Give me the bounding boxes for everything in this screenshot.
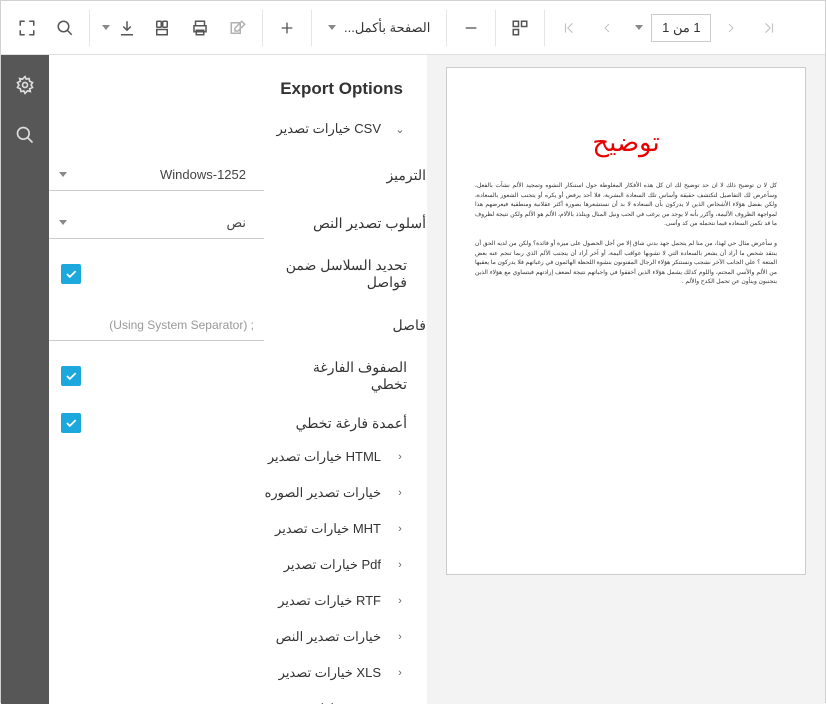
separator — [495, 10, 496, 46]
export-options-panel: Export Options خيارات تصدير CSV ⌄ Window… — [49, 55, 427, 704]
document-title: توضيح — [475, 128, 777, 158]
section-image[interactable]: خيارات تصدير الصوره › — [49, 479, 419, 507]
chevron-down-icon — [59, 172, 67, 177]
row-skip-empty-rows: الصفوف الفارغة تخطي — [49, 349, 419, 403]
section-html[interactable]: خيارات تصدير HTML › — [49, 443, 419, 471]
first-page-button[interactable] — [551, 10, 587, 46]
next-page-button[interactable] — [713, 10, 749, 46]
row-encoding: Windows-1252 الترميز — [49, 151, 419, 199]
search-button[interactable] — [47, 10, 83, 46]
row-quote-strings: تحديد السلاسل ضمن فواصل — [49, 247, 419, 301]
encoding-select[interactable]: Windows-1252 — [49, 159, 264, 191]
main-area: Export Options خيارات تصدير CSV ⌄ Window… — [1, 55, 825, 704]
prev-page-button[interactable] — [589, 10, 625, 46]
zoom-out-button[interactable] — [453, 10, 489, 46]
separator — [262, 10, 263, 46]
document-body: كل لا ن توضيح ذلك لا ان حد توضيح لك ان ك… — [475, 182, 777, 288]
zoom-in-button[interactable] — [269, 10, 305, 46]
skip-cols-checkbox[interactable] — [61, 413, 81, 433]
chevron-right-icon: › — [393, 559, 407, 571]
chevron-down-icon — [328, 25, 336, 30]
separator — [89, 10, 90, 46]
chevron-down-icon — [59, 220, 67, 225]
row-text-mode: نص أسلوب تصدير النص — [49, 199, 419, 247]
chevron-right-icon: › — [393, 595, 407, 607]
section-csv[interactable]: خيارات تصدير CSV ⌄ — [49, 115, 419, 143]
main-toolbar: الصفحة بأكمل... 1 من 1 — [1, 1, 825, 55]
layout-button[interactable] — [502, 10, 538, 46]
last-page-button[interactable] — [751, 10, 787, 46]
edit-button[interactable] — [220, 10, 256, 46]
left-sidebar — [1, 55, 49, 704]
skip-rows-checkbox[interactable] — [61, 366, 81, 386]
chevron-right-icon: › — [393, 667, 407, 679]
chevron-down-icon — [102, 25, 110, 30]
print-button[interactable] — [144, 10, 180, 46]
section-xls[interactable]: خيارات تصدير XLS › — [49, 659, 419, 687]
quote-strings-checkbox[interactable] — [61, 264, 81, 284]
chevron-down-icon: ⌄ — [393, 123, 407, 136]
section-mht[interactable]: خيارات تصدير MHT › — [49, 515, 419, 543]
separator — [311, 10, 312, 46]
sidebar-search-button[interactable] — [9, 119, 41, 151]
section-rtf[interactable]: خيارات تصدير RTF › — [49, 587, 419, 615]
fullscreen-button[interactable] — [9, 10, 45, 46]
preview-page: توضيح كل لا ن توضيح ذلك لا ان حد توضيح ل… — [446, 67, 806, 575]
export-dropdown[interactable] — [96, 10, 142, 46]
chevron-right-icon: › — [393, 523, 407, 535]
page-selector[interactable]: 1 من 1 — [627, 10, 711, 46]
section-pdf[interactable]: خيارات تصدير Pdf › — [49, 551, 419, 579]
row-separator: (Using System Separator) ; فاصل — [49, 301, 419, 349]
chevron-right-icon: › — [393, 487, 407, 499]
page-indicator: 1 من 1 — [651, 14, 711, 42]
document-preview[interactable]: توضيح كل لا ن توضيح ذلك لا ان حد توضيح ل… — [427, 55, 825, 704]
zoom-level-dropdown[interactable]: الصفحة بأكمل... — [318, 10, 440, 46]
settings-button[interactable] — [9, 69, 41, 101]
separator — [446, 10, 447, 46]
zoom-level-label: الصفحة بأكمل... — [344, 20, 430, 36]
row-skip-empty-cols: أعمدة فارغة تخطي — [49, 403, 419, 443]
panel-title: Export Options — [49, 79, 419, 115]
chevron-down-icon — [635, 25, 643, 30]
separator — [544, 10, 545, 46]
print-alt-button[interactable] — [182, 10, 218, 46]
text-mode-select[interactable]: نص — [49, 207, 264, 239]
section-text[interactable]: خيارات تصدير النص › — [49, 623, 419, 651]
separator-input[interactable]: (Using System Separator) ; — [49, 309, 264, 341]
chevron-right-icon: › — [393, 451, 407, 463]
chevron-right-icon: › — [393, 631, 407, 643]
